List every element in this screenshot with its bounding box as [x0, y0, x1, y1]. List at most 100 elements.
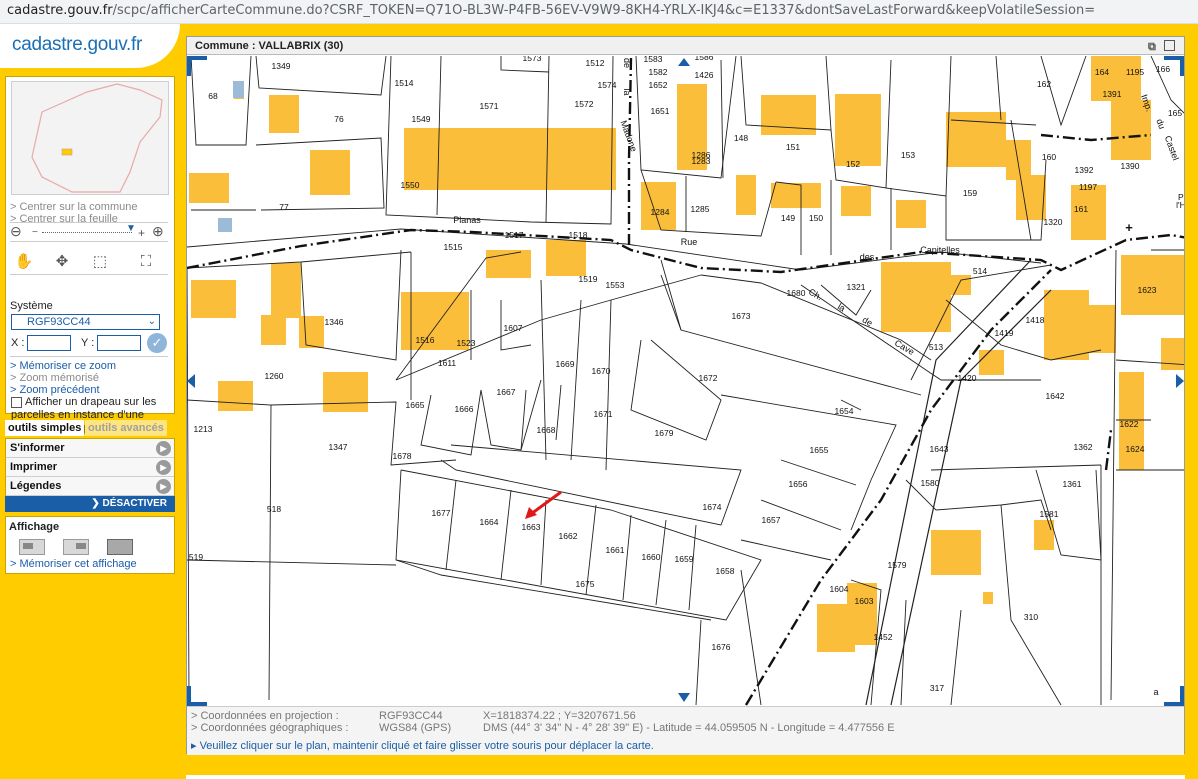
divider [10, 356, 168, 357]
building [1044, 290, 1089, 360]
parcel-boundary [660, 259, 682, 331]
parcel-number: 165 [1168, 108, 1182, 118]
street-label: Ch. [807, 287, 824, 303]
parcel-number: 1664 [480, 517, 499, 527]
tab-advanced-tools[interactable]: outils avancés [85, 420, 167, 436]
parcel-number: 153 [901, 150, 915, 160]
building [189, 173, 229, 203]
corner-bl-icon [187, 686, 207, 706]
previous-zoom-link[interactable]: > Zoom précédent [10, 384, 100, 396]
parcel-number: 151 [786, 142, 800, 152]
building [835, 94, 881, 166]
parcel-number: 1418 [1026, 315, 1045, 325]
street-label: Madone [619, 119, 640, 153]
zoom-slider-handle-icon[interactable]: ▼ [126, 223, 136, 234]
parcel-number: 1549 [412, 114, 431, 124]
parcel-number: 148 [734, 133, 748, 143]
parcel-boundary [950, 609, 962, 706]
zoom-in-icon[interactable]: ⊕ [152, 223, 164, 240]
pan-right-arrow-icon [1176, 374, 1184, 388]
projection-label: > Coordonnées en projection : [191, 710, 339, 722]
memorized-zoom-link[interactable]: > Zoom mémorisé [10, 372, 99, 384]
parcel-number: 1573 [523, 56, 542, 63]
map-title: Commune : VALLABRIX (30) [195, 40, 344, 52]
center-commune-link[interactable]: > Centrer sur la commune [10, 201, 137, 213]
street-label: Planas [453, 215, 481, 225]
parcel-number: 1670 [592, 366, 611, 376]
parcel-boundary [187, 267, 190, 701]
memorize-display-link[interactable]: > Mémoriser cet affichage [10, 558, 137, 570]
cadastral-map[interactable]: 1573 1512 1583 1586 1582 1426 1652 1574 1349 68 15… [187, 56, 1184, 706]
parcel-number: 1572 [575, 99, 594, 109]
restore-icon[interactable]: ⧉ [1148, 38, 1156, 56]
street-label: Cave [893, 338, 916, 357]
geographic-value: DMS (44° 3' 34" N - 4° 28' 39" E) - Lati… [483, 722, 895, 734]
parcel-number: 1666 [455, 404, 474, 414]
validate-coordinates-button[interactable]: ✓ [147, 333, 167, 353]
y-coordinate-input[interactable] [97, 335, 141, 351]
parcel-number: 1660 [642, 552, 661, 562]
zoom-slider-track[interactable] [42, 232, 132, 233]
display-mode-2-button[interactable] [63, 539, 89, 555]
parcel-number: 1674 [703, 502, 722, 512]
parcel-number: 1622 [1120, 419, 1139, 429]
zoom-out-icon[interactable]: ⊖ [10, 223, 22, 240]
maximize-icon[interactable] [1164, 40, 1175, 51]
hand-pan-icon[interactable]: ✋ [12, 252, 36, 272]
plus-icon[interactable]: + [138, 226, 145, 240]
parcel-number: 1550 [401, 180, 420, 190]
overview-minimap[interactable] [11, 81, 169, 195]
address-bar[interactable]: cadastre.gouv.fr/scpc/afficherCarteCommu… [0, 0, 1198, 24]
display-mode-3-button[interactable] [107, 539, 133, 555]
parcel-number: 149 [781, 213, 795, 223]
memorize-zoom-link[interactable]: > Mémoriser ce zoom [10, 360, 116, 372]
parcel-number: 1283 [692, 156, 711, 166]
page: cadastre.gouv.fr > Centrer sur la commun… [0, 24, 1198, 779]
pan-left-arrow-icon [187, 374, 195, 388]
parcel-number: 1677 [432, 508, 451, 518]
geographic-label: > Coordonnées géographiques : [191, 722, 349, 734]
parcel-boundary [740, 539, 832, 561]
parcel-number: 1580 [921, 478, 940, 488]
tab-simple-tools[interactable]: outils simples [5, 420, 85, 436]
url-path: /scpc/afficherCarteCommune.do?CSRF_TOKEN… [112, 3, 1096, 18]
building [1086, 305, 1116, 353]
display-mode-1-button[interactable] [19, 539, 45, 555]
building [269, 95, 299, 133]
parcel-boundary [445, 479, 457, 571]
parcel-number: 1652 [649, 80, 668, 90]
projection-value: X=1818374.22 ; Y=3207671.56 [483, 710, 636, 722]
zoom-slider-row: ⊖ − ▼ + ⊕ [10, 222, 168, 242]
parcel-number: 1515 [444, 242, 463, 252]
x-coordinate-input[interactable] [27, 335, 71, 351]
parcel-number: 1512 [586, 58, 605, 68]
crosshair-icon[interactable]: ✥ [50, 252, 74, 272]
site-logo[interactable]: cadastre.gouv.fr [0, 24, 180, 68]
parcel-number: 1611 [438, 358, 457, 368]
parcel-number: 1657 [762, 515, 781, 525]
minus-icon[interactable]: − [32, 227, 38, 238]
url-domain: cadastre.gouv.fr [7, 3, 113, 18]
parcel-boundary [570, 299, 582, 461]
inform-tool[interactable]: S'informer ▶ [6, 439, 174, 458]
parcel-boundary [688, 524, 697, 611]
navigation-panel: > Centrer sur la commune > Centrer sur l… [5, 76, 175, 434]
parcel-number: 1213 [194, 424, 213, 434]
parcel-number: 68 [208, 91, 218, 101]
parcel-boundary [605, 299, 612, 471]
parcel-number: 1672 [699, 373, 718, 383]
building [771, 183, 821, 208]
zoom-box-icon[interactable]: ⬚ [88, 252, 112, 272]
parcel-number: 1362 [1074, 442, 1093, 452]
red-arrow-head-icon [525, 507, 537, 519]
deactivate-button[interactable]: ❯ DÉSACTIVER [5, 496, 175, 512]
parcel-boundary [1040, 56, 1087, 127]
parcel-number: 1654 [835, 406, 854, 416]
system-select[interactable]: RGF93CC44 ⌄ [11, 314, 160, 330]
parcel-number: 1658 [716, 566, 735, 576]
parcel-boundary [930, 464, 1102, 471]
zoom-extent-icon[interactable]: ⛶ [134, 252, 158, 272]
building [323, 372, 368, 412]
legends-tool[interactable]: Légendes ▶ [6, 477, 174, 496]
print-tool[interactable]: Imprimer ▶ [6, 458, 174, 477]
